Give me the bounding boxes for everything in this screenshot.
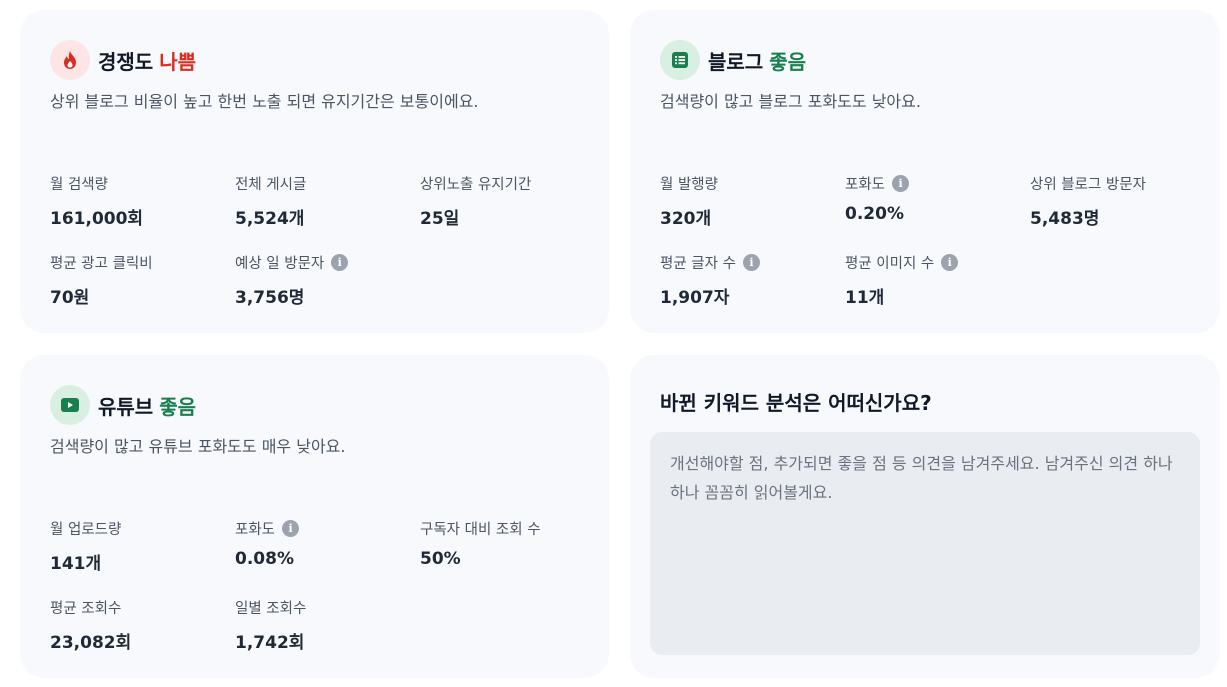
- stat-avg-ad-cpc: 평균 광고 클릭비 70원: [50, 252, 153, 308]
- stat-label: 상위노출 유지기간: [420, 177, 532, 193]
- stat-label: 월 업로드량: [50, 522, 122, 538]
- info-icon[interactable]: i: [892, 175, 910, 192]
- stat-value: 3,756명: [235, 288, 305, 308]
- competition-description: 상위 블로그 비율이 높고 한번 노출 되면 유지기간은 보통이에요.: [50, 92, 479, 111]
- stat-views-per-subscriber: 구독자 대비 조회 수 50%: [420, 518, 541, 569]
- competition-header: 경쟁도 나쁨: [50, 40, 196, 80]
- stat-value: 141개: [50, 554, 102, 574]
- stat-label: 평균 글자 수: [660, 256, 736, 272]
- stat-label: 포화도: [845, 177, 886, 193]
- stat-value: 5,483명: [1030, 209, 1100, 229]
- stat-label: 월 검색량: [50, 177, 108, 193]
- info-icon[interactable]: i: [282, 520, 300, 537]
- stat-value: 11개: [845, 288, 885, 308]
- stat-label: 일별 조회수: [235, 601, 307, 617]
- youtube-title: 유튜브 좋음: [98, 394, 197, 419]
- blog-card: 블로그 좋음 검색량이 많고 블로그 포화도도 낮아요. 월 발행량 320개 포…: [630, 10, 1220, 333]
- stat-value: 1,907자: [660, 288, 730, 308]
- blog-status: 좋음: [769, 49, 807, 74]
- stat-value: 50%: [420, 549, 461, 569]
- stat-total-posts: 전체 게시글 5,524개: [235, 173, 306, 229]
- stat-value: 0.20%: [845, 204, 904, 224]
- stat-value: 0.08%: [235, 549, 294, 569]
- info-icon[interactable]: i: [742, 254, 760, 271]
- stat-value: 5,524개: [235, 209, 305, 229]
- feedback-card: 바뀐 키워드 분석은 어떠신가요?: [630, 355, 1220, 678]
- stat-saturation: 포화도 i 0.08%: [235, 518, 300, 569]
- list-icon: [660, 40, 700, 80]
- stat-monthly-uploads: 월 업로드량 141개: [50, 518, 121, 574]
- stat-label: 월 발행량: [660, 177, 718, 193]
- competition-status: 나쁨: [159, 49, 197, 74]
- competition-title: 경쟁도 나쁨: [98, 49, 197, 74]
- stat-label: 구독자 대비 조회 수: [420, 522, 541, 538]
- blog-title: 블로그 좋음: [708, 49, 807, 74]
- competition-card: 경쟁도 나쁨 상위 블로그 비율이 높고 한번 노출 되면 유지기간은 보통이에요…: [20, 10, 609, 333]
- stat-top-exposure-duration: 상위노출 유지기간 25일: [420, 173, 531, 229]
- feedback-title: 바뀐 키워드 분석은 어떠신가요?: [660, 391, 932, 415]
- stat-label: 상위 블로그 방문자: [1030, 177, 1146, 193]
- stat-monthly-search: 월 검색량 161,000회: [50, 173, 143, 229]
- stat-label: 전체 게시글: [235, 177, 307, 193]
- stat-value: 25일: [420, 209, 460, 229]
- stat-label: 예상 일 방문자: [235, 256, 325, 272]
- stat-avg-char-count: 평균 글자 수 i 1,907자: [660, 252, 760, 308]
- blog-description: 검색량이 많고 블로그 포화도도 낮아요.: [660, 92, 921, 111]
- stat-label: 평균 이미지 수: [845, 256, 935, 272]
- stat-monthly-publish: 월 발행량 320개: [660, 173, 718, 229]
- fire-icon: [50, 40, 90, 80]
- youtube-header: 유튜브 좋음: [50, 385, 196, 425]
- stat-label: 평균 조회수: [50, 601, 122, 617]
- stat-value: 23,082회: [50, 633, 132, 653]
- youtube-status: 좋음: [159, 394, 197, 419]
- stat-label: 평균 광고 클릭비: [50, 256, 153, 272]
- blog-header: 블로그 좋음: [660, 40, 806, 80]
- stat-avg-views: 평균 조회수 23,082회: [50, 597, 131, 653]
- stat-top-blog-visitors: 상위 블로그 방문자 5,483명: [1030, 173, 1146, 229]
- play-icon: [50, 385, 90, 425]
- stat-expected-daily-visitors: 예상 일 방문자 i 3,756명: [235, 252, 349, 308]
- stat-label: 포화도: [235, 522, 276, 538]
- stat-value: 320개: [660, 209, 712, 229]
- info-icon[interactable]: i: [331, 254, 349, 271]
- info-icon[interactable]: i: [941, 254, 959, 271]
- stat-saturation: 포화도 i 0.20%: [845, 173, 910, 224]
- stat-value: 70원: [50, 288, 90, 308]
- stat-value: 161,000회: [50, 209, 144, 229]
- stat-daily-views: 일별 조회수 1,742회: [235, 597, 306, 653]
- stat-value: 1,742회: [235, 633, 305, 653]
- youtube-description: 검색량이 많고 유튜브 포화도도 매우 낮아요.: [50, 437, 346, 456]
- youtube-card: 유튜브 좋음 검색량이 많고 유튜브 포화도도 매우 낮아요. 월 업로드량 14…: [20, 355, 609, 678]
- stat-avg-image-count: 평균 이미지 수 i 11개: [845, 252, 959, 308]
- feedback-textarea[interactable]: [650, 432, 1200, 655]
